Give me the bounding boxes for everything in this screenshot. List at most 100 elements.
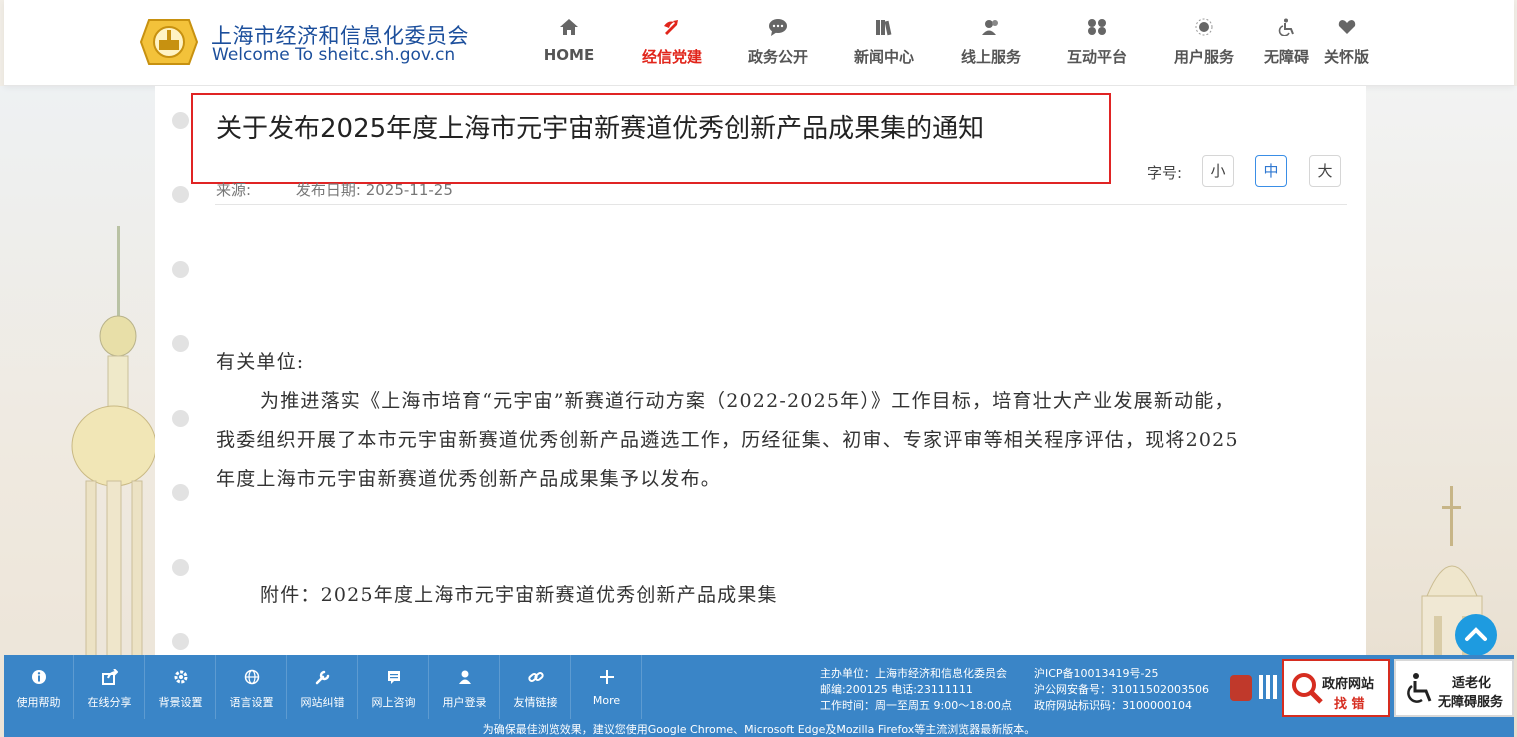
nav-label: 新闻中心 (853, 48, 914, 66)
gov-badge-bottom: 找 错 (1334, 697, 1365, 712)
interact-icon (1088, 19, 1106, 35)
tool-label: 背景设置 (158, 696, 203, 709)
link-icon (527, 672, 544, 682)
paragraph-line: 为推进落实《上海市培育“元宇宙”新赛道行动方案（2022-2025年）》工作目标… (260, 390, 1235, 412)
nav-label: 互动平台 (1066, 48, 1127, 66)
tool-label: 使用帮助 (16, 696, 61, 709)
font-size-medium-button[interactable]: 中 (1255, 155, 1287, 187)
tool-online-consultation[interactable]: 网上咨询 (359, 655, 429, 719)
nav-label: HOME (543, 46, 595, 64)
heart-icon (1338, 20, 1355, 34)
accessibility-icon (1278, 18, 1294, 36)
site-subtitle: Welcome To sheitc.sh.gov.cn (212, 45, 456, 65)
party-icon (664, 20, 678, 35)
tool-help[interactable]: 使用帮助 (4, 655, 74, 719)
home-icon (560, 19, 578, 35)
acc-badge-bottom: 无障碍服务 (1438, 695, 1504, 710)
dot (172, 559, 189, 576)
dot (172, 335, 189, 352)
footer-postal: 邮编:200125 电话:23111111 (820, 683, 973, 696)
nav-online-services[interactable]: 线上服务 (946, 18, 1036, 67)
nav-label: 政务公开 (747, 48, 808, 66)
settings-icon (174, 670, 187, 684)
tool-more[interactable]: More (572, 655, 642, 719)
tool-friendly-links[interactable]: 友情链接 (501, 655, 571, 719)
chat-icon (769, 19, 787, 36)
nav-label: 线上服务 (960, 48, 1021, 66)
books-icon (876, 20, 892, 36)
dot (172, 186, 189, 203)
nav-care-version[interactable]: 关怀版 (1319, 18, 1374, 67)
identification-icon[interactable] (1257, 673, 1279, 701)
left-background (0, 86, 157, 737)
dot (172, 112, 189, 129)
title-highlight-box (191, 93, 1111, 184)
tool-background-settings[interactable]: 背景设置 (146, 655, 216, 719)
info-icon (31, 670, 46, 684)
nav-label: 关怀版 (1323, 48, 1369, 66)
back-to-top-button[interactable] (1455, 614, 1497, 656)
dot (172, 261, 189, 278)
tool-user-login[interactable]: 用户登录 (430, 655, 500, 719)
tool-label: More (592, 694, 621, 707)
tool-label: 网站纠错 (300, 696, 345, 709)
nav-home[interactable]: HOME (524, 18, 614, 64)
chevron-up-icon (1465, 627, 1487, 641)
party-emblem-icon[interactable] (1230, 675, 1252, 701)
share-icon (101, 669, 118, 685)
nav-party-building[interactable]: 经信党建 (627, 18, 717, 67)
bottom-toolbar: 使用帮助 在线分享 背景设置 语言设置 网站纠错 网上咨询 用户登录 友情链接 … (4, 655, 1514, 737)
paragraph-line: 我委组织开展了本市元宇宙新赛道优秀创新产品遴选工作，历经征集、初审、专家评审等相… (216, 429, 1239, 451)
dot (172, 484, 189, 501)
greeting: 有关单位: (216, 351, 305, 373)
elderly-accessibility-badge[interactable]: 适老化 无障碍服务 (1394, 659, 1514, 717)
paragraph-line: 年度上海市元宇宙新赛道优秀创新产品成果集予以发布。 (216, 468, 722, 490)
dot (172, 410, 189, 427)
gov-badge-top: 政府网站 (1322, 677, 1375, 692)
footer-gov-code: 政府网站标识码：3100000104 (1034, 699, 1192, 712)
tool-language-settings[interactable]: 语言设置 (217, 655, 287, 719)
tool-label: 用户登录 (442, 696, 487, 709)
font-size-label: 字号: (1147, 164, 1183, 182)
tool-label: 友情链接 (513, 696, 558, 709)
font-size-small-button[interactable]: 小 (1202, 155, 1234, 187)
tool-label: 在线分享 (87, 696, 132, 709)
footer-registration: 沪ICP备10013419号-25 沪公网安备号：31011502003506 … (1034, 666, 1209, 714)
gov-website-error-report-badge[interactable]: 政府网站 找 错 (1282, 659, 1390, 717)
nav-accessibility[interactable]: 无障碍 (1259, 18, 1314, 67)
nav-user-services[interactable]: 用户服务 (1159, 18, 1249, 67)
magnifier-icon (1292, 673, 1323, 704)
wrench-icon (315, 670, 329, 685)
nav-news-center[interactable]: 新闻中心 (839, 18, 929, 67)
source-label: 来源: (216, 181, 252, 199)
footer-contact: 主办单位：上海市经济和信息化委员会 邮编:200125 电话:23111111 … (820, 666, 1012, 714)
browser-recommendation-note: 为确保最佳浏览效果，建议您使用Google Chrome、Microsoft E… (482, 723, 1036, 736)
site-logo-icon[interactable] (139, 14, 199, 70)
site-header: 上海市经济和信息化委员会 Welcome To sheitc.sh.gov.cn… (4, 0, 1514, 86)
article-meta: 来源: 发布日期: 2025-11-25 (216, 179, 453, 200)
dot (172, 633, 189, 650)
nav-interaction-platform[interactable]: 互动平台 (1052, 18, 1142, 67)
acc-badge-top: 适老化 (1452, 676, 1492, 691)
tool-label: 语言设置 (229, 696, 274, 709)
footer-sponsor: 主办单位：上海市经济和信息化委员会 (820, 667, 1007, 680)
user-service-icon (1195, 18, 1213, 36)
nav-label: 经信党建 (641, 48, 702, 66)
nav-government-affairs[interactable]: 政务公开 (733, 18, 823, 67)
meta-divider (215, 204, 1347, 205)
message-icon (387, 671, 400, 684)
footer-icp[interactable]: 沪ICP备10013419号-25 (1034, 666, 1209, 682)
tool-label: 网上咨询 (371, 696, 416, 709)
tool-share[interactable]: 在线分享 (75, 655, 145, 719)
wheelchair-icon (1407, 673, 1432, 703)
plus-icon (599, 670, 614, 684)
footer-police[interactable]: 沪公网安备号：31011502003506 (1034, 682, 1209, 698)
attachment-link[interactable]: 附件：2025年度上海市元宇宙新赛道优秀创新产品成果集 (260, 580, 778, 607)
nav-label: 无障碍 (1263, 48, 1309, 66)
footer-hours: 工作时间：周一至周五 9:00～18:00点 (820, 699, 1012, 712)
font-size-large-button[interactable]: 大 (1309, 155, 1341, 187)
tool-report-error[interactable]: 网站纠错 (288, 655, 358, 719)
globe-icon (244, 669, 259, 685)
date-label: 发布日期: (295, 181, 361, 199)
user-icon (458, 670, 471, 684)
